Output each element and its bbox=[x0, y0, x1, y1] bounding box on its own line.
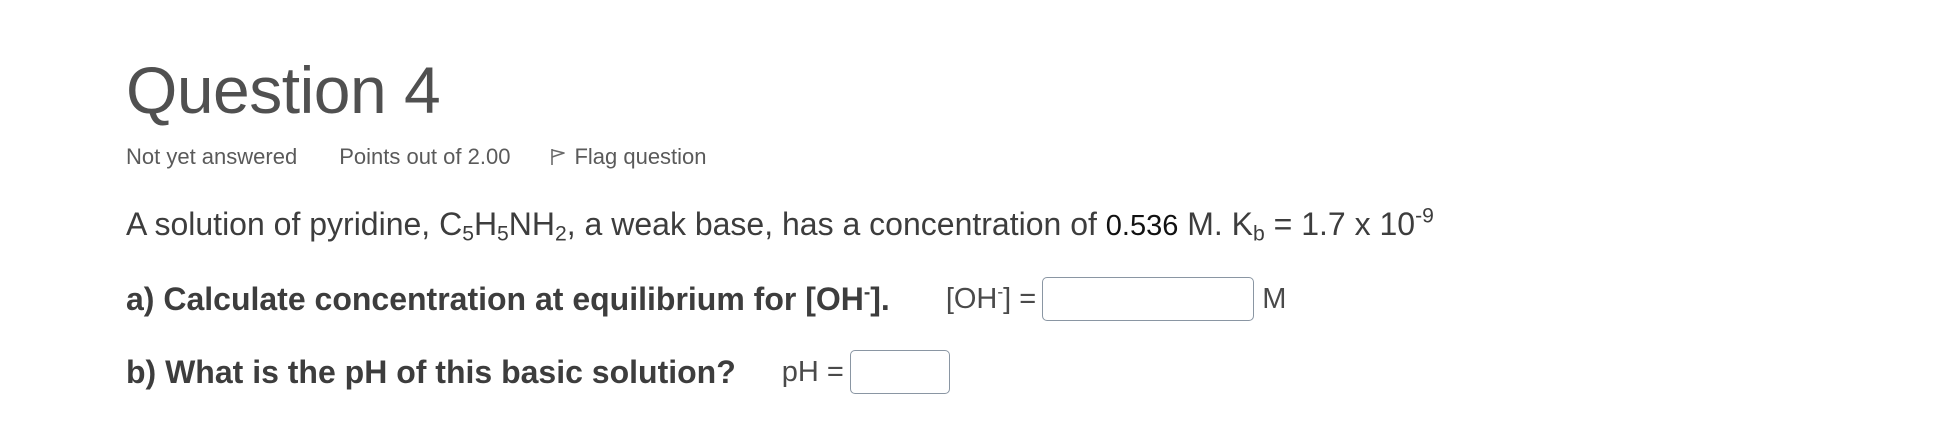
part-a-row: a) Calculate concentration at equilibriu… bbox=[126, 277, 1286, 321]
answer-status: Not yet answered bbox=[126, 144, 298, 169]
text-m-kb: M. K bbox=[1178, 206, 1254, 242]
flag-icon bbox=[551, 149, 566, 165]
part-a-question-post: ]. bbox=[870, 281, 890, 317]
oh-label-pre: [OH bbox=[945, 283, 998, 315]
text-h: H bbox=[473, 206, 498, 242]
question-title: Question 4 bbox=[126, 53, 441, 127]
oh-label: [OH-] = bbox=[946, 279, 1036, 319]
oh-unit: M bbox=[1262, 283, 1287, 315]
part-b-question: b) What is the pH of this basic solution… bbox=[126, 354, 736, 390]
question-card: Question 4 Not yet answered Points out o… bbox=[0, 0, 1936, 422]
sub-5b: 5 bbox=[497, 222, 509, 246]
flag-question-label: Flag question bbox=[574, 144, 707, 169]
text-kb-eq: = 1.7 x 10 bbox=[1264, 206, 1416, 242]
question-info: Not yet answered Points out of 2.00 Flag… bbox=[126, 144, 707, 170]
ph-label: pH = bbox=[781, 356, 844, 388]
oh-answer-input[interactable] bbox=[1042, 277, 1255, 321]
exponent: -9 bbox=[1415, 204, 1434, 228]
part-b-row: b) What is the pH of this basic solution… bbox=[126, 350, 950, 394]
text-mid: , a weak base, has a concentration of bbox=[566, 206, 1106, 242]
sub-5a: 5 bbox=[462, 222, 474, 246]
part-a-question: a) Calculate concentration at equilibriu… bbox=[126, 279, 890, 319]
text-intro: A solution of pyridine, C bbox=[126, 206, 463, 242]
concentration-value: 0.536 bbox=[1105, 210, 1179, 242]
points-info: Points out of 2.00 bbox=[339, 144, 511, 169]
question-text: A solution of pyridine, C5H5NH2, a weak … bbox=[126, 204, 1434, 246]
text-nh: NH bbox=[508, 206, 556, 242]
part-a-question-pre: a) Calculate concentration at equilibriu… bbox=[126, 281, 864, 317]
flag-question-link[interactable]: Flag question bbox=[550, 144, 707, 170]
oh-label-post: ] = bbox=[1003, 283, 1037, 315]
sub-b: b bbox=[1253, 222, 1265, 246]
ph-answer-input[interactable] bbox=[849, 350, 950, 394]
sub-2: 2 bbox=[555, 222, 567, 246]
